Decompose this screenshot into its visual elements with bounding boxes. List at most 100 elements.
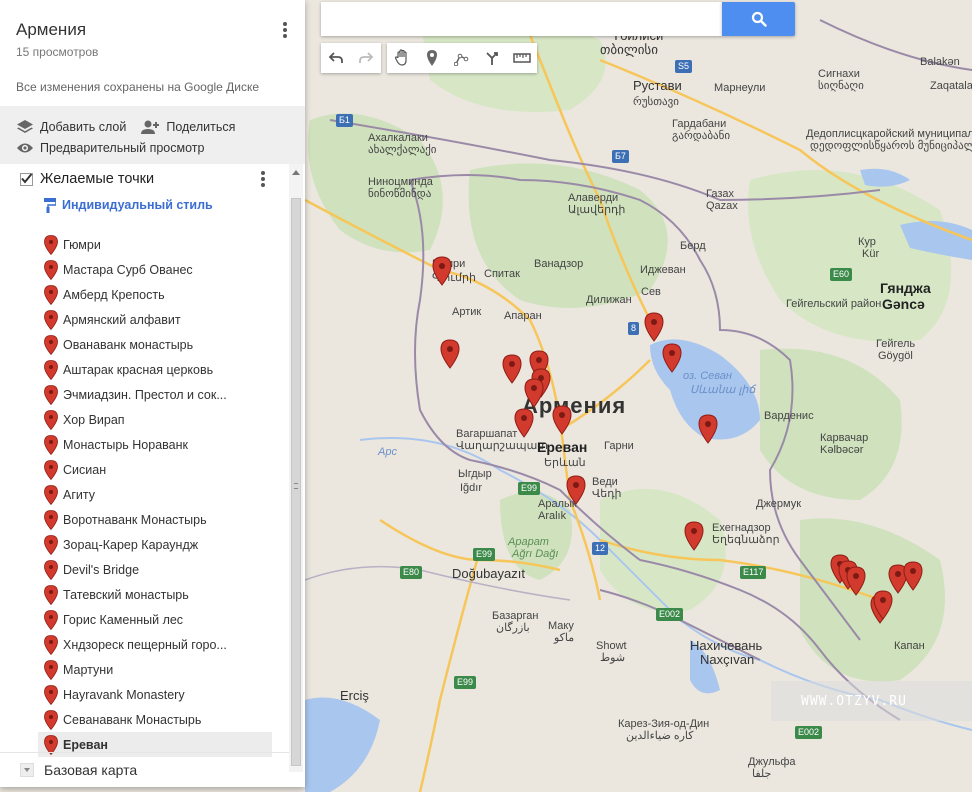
map-marker[interactable] <box>644 312 664 342</box>
place-item[interactable]: Hayravank Monastery <box>38 682 272 707</box>
place-item[interactable]: Монастырь Нораванк <box>38 432 272 457</box>
map-label-gardabani-ka: გარდაბანი <box>672 130 731 142</box>
add-marker-button[interactable] <box>417 43 447 73</box>
place-item[interactable]: Хор Вирап <box>38 407 272 432</box>
red-marker-icon <box>44 484 58 505</box>
place-item[interactable]: Зорац-Карер Караундж <box>38 532 272 557</box>
road-sign-e99b: E99 <box>473 548 496 561</box>
search-button[interactable] <box>722 2 795 36</box>
add-layer-button[interactable]: Добавить слой <box>16 119 126 135</box>
ruler-button[interactable] <box>507 43 537 73</box>
place-item[interactable]: Воротнаванк Монастырь <box>38 507 272 532</box>
red-marker-icon <box>44 334 58 355</box>
map-marker[interactable] <box>873 590 893 620</box>
pan-button[interactable] <box>387 43 417 73</box>
map-marker[interactable] <box>514 408 534 438</box>
map-marker[interactable] <box>440 339 460 369</box>
undo-button[interactable] <box>321 43 351 73</box>
redo-button[interactable] <box>351 43 381 73</box>
map-label-karez: Карез-Зия-од-Дин <box>618 718 710 730</box>
place-item[interactable]: Эчмиадзин. Престол и сок... <box>38 382 272 407</box>
map-label-nakhchivan-az: Naxçıvan <box>700 652 755 667</box>
place-item[interactable]: Агиту <box>38 482 272 507</box>
map-marker[interactable] <box>502 354 522 384</box>
draw-line-button[interactable] <box>447 43 477 73</box>
directions-button[interactable] <box>477 43 507 73</box>
panel-scrollbar[interactable] <box>289 164 303 772</box>
layer-options-menu-button[interactable] <box>259 170 267 188</box>
red-marker-icon <box>44 684 58 705</box>
more-vert-icon <box>283 22 287 26</box>
map-label-aras: Арс <box>378 446 397 458</box>
place-item[interactable]: Хндзореск пещерный горо... <box>38 632 272 657</box>
map-label-bazargan: Базарган <box>492 610 539 622</box>
map-title[interactable]: Армения <box>16 20 289 40</box>
red-marker-icon <box>44 434 58 455</box>
layer-name[interactable]: Желаемые точки <box>40 171 154 187</box>
map-marker[interactable] <box>846 566 866 596</box>
red-marker-icon <box>44 534 58 555</box>
place-item[interactable]: Сисиан <box>38 457 272 482</box>
map-label-kur-az: Kür <box>862 248 880 260</box>
map-label-alaverdi-hy: Ալավերդի <box>568 204 626 216</box>
map-label-yeghegnadzor: Ехегнадзор <box>712 522 771 534</box>
map-label-nakhchivan: Нахичевань <box>690 638 763 653</box>
map-marker[interactable] <box>662 343 682 373</box>
save-status: Все изменения сохранены на Google Диске <box>16 80 260 94</box>
map-label-bazargan-fa: بازرگان <box>496 622 530 634</box>
map-label-akhalkalaki-ka: ახალქალაქი <box>368 144 437 156</box>
red-marker-icon <box>698 414 718 444</box>
red-marker-icon <box>44 409 58 430</box>
map-label-rustavi: Рустави <box>633 78 682 93</box>
place-item[interactable]: Devil's Bridge <box>38 557 272 582</box>
map-marker[interactable] <box>684 521 704 551</box>
map-label-showt: Showt <box>596 640 627 652</box>
share-button[interactable]: Поделиться <box>140 119 235 135</box>
place-item[interactable]: Мастара Сурб Ованес <box>38 257 272 282</box>
red-marker-icon <box>566 475 586 505</box>
place-label: Ованаванк монастырь <box>63 337 194 352</box>
place-item[interactable]: Амберд Крепость <box>38 282 272 307</box>
map-marker[interactable] <box>552 405 572 435</box>
map-marker[interactable] <box>524 378 544 408</box>
basemap-section[interactable]: Базовая карта <box>0 752 289 787</box>
layer-visibility-checkbox[interactable] <box>20 172 33 186</box>
place-item[interactable]: Мартуни <box>38 657 272 682</box>
place-label: Агиту <box>63 487 95 502</box>
place-label: Devil's Bridge <box>63 562 140 577</box>
map-label-garni: Гарни <box>604 440 634 452</box>
add-marker-icon <box>427 50 437 66</box>
map-marker[interactable] <box>903 561 923 591</box>
red-marker-icon <box>552 405 572 435</box>
place-label: Горис Каменный лес <box>63 612 184 627</box>
map-label-gosh: Сев <box>641 286 661 298</box>
red-marker-icon <box>903 561 923 591</box>
map-marker[interactable] <box>432 256 452 286</box>
eye-icon <box>17 143 33 152</box>
place-item[interactable]: Гюмри <box>38 232 272 257</box>
preview-button[interactable]: Предварительный просмотр <box>16 141 204 155</box>
expand-arrow-icon[interactable] <box>20 763 34 777</box>
checkmark-icon <box>21 172 33 184</box>
place-item[interactable]: Аштарак красная церковь <box>38 357 272 382</box>
red-marker-icon <box>44 309 58 330</box>
map-marker[interactable] <box>566 475 586 505</box>
place-item[interactable]: Севанаванк Монастырь <box>38 707 272 732</box>
scrollbar-thumb[interactable] <box>291 198 301 766</box>
scroll-up-arrow-icon[interactable] <box>292 170 300 175</box>
ruler-icon <box>513 53 531 63</box>
individual-style-link[interactable]: Индивидуальный стиль <box>0 194 305 216</box>
red-marker-icon <box>44 384 58 405</box>
red-marker-icon <box>514 408 534 438</box>
red-marker-icon <box>440 339 460 369</box>
map-label-akhalkalaki: Ахалкалаки <box>368 132 428 144</box>
map-label-sighnaghi: Сигнахи <box>818 68 860 80</box>
place-item[interactable]: Татевский монастырь <box>38 582 272 607</box>
search-input[interactable] <box>321 2 722 36</box>
redo-icon <box>359 52 374 63</box>
place-item[interactable]: Горис Каменный лес <box>38 607 272 632</box>
place-item[interactable]: Армянский алфавит <box>38 307 272 332</box>
place-item[interactable]: Ованаванк монастырь <box>38 332 272 357</box>
map-marker[interactable] <box>698 414 718 444</box>
map-options-menu-button[interactable] <box>277 20 293 40</box>
